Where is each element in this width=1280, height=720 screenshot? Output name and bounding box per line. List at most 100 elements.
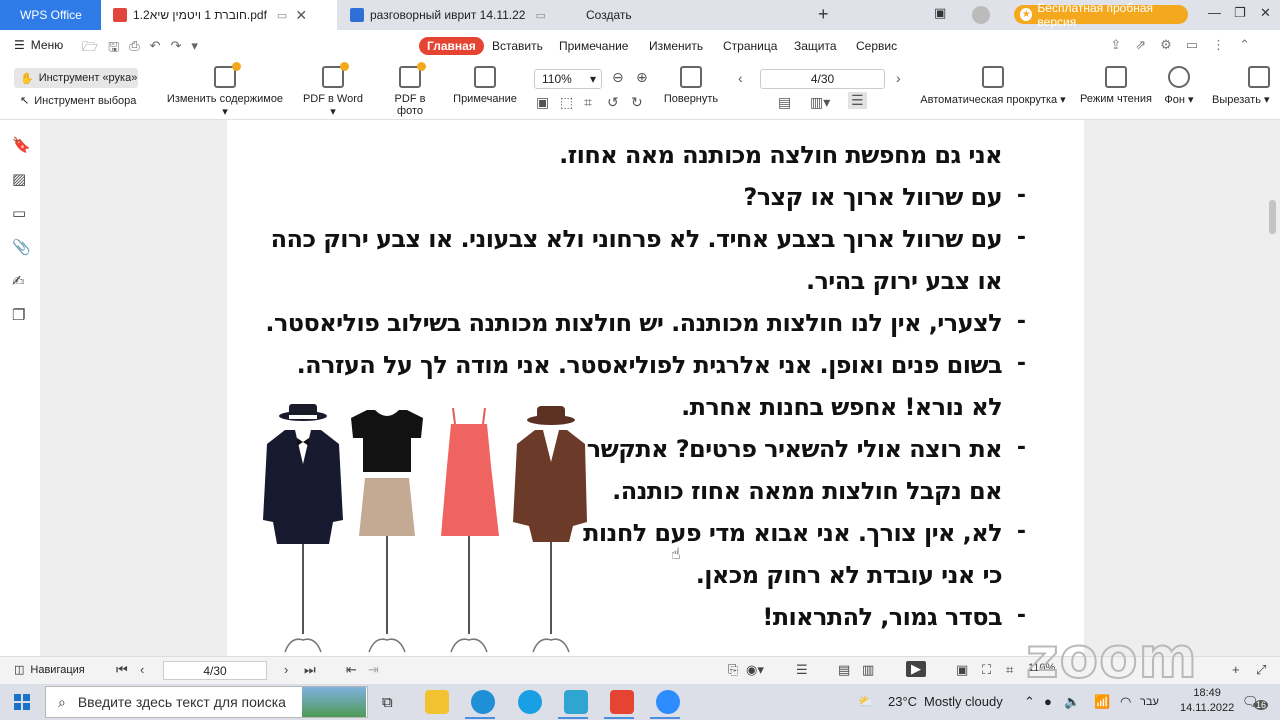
signature-icon[interactable]: ✍ — [12, 272, 25, 290]
edge-icon[interactable] — [471, 690, 495, 714]
tab-create[interactable]: Создать — [576, 0, 776, 30]
bookmark-icon[interactable]: 🔖 — [12, 136, 31, 154]
pdf-to-image-button[interactable]: PDF в фото — [381, 62, 439, 117]
gear-icon[interactable]: ⚙ — [1160, 37, 1172, 53]
select-tool-button[interactable]: ↖ Инструмент выбора — [20, 94, 136, 108]
expand-icon[interactable]: ⤢ — [1256, 662, 1266, 678]
export-icon[interactable]: ⇗ — [1135, 37, 1146, 53]
reading-mode-button[interactable]: Режим чтения — [1078, 66, 1154, 105]
redo-icon[interactable]: ↷ — [171, 38, 182, 60]
continuous-icon[interactable]: ☰ — [848, 92, 867, 109]
back-icon[interactable]: ⇤ — [346, 662, 357, 678]
restore-icon[interactable]: ❐ — [1234, 5, 1246, 21]
menu-tab-protect[interactable]: Защита — [786, 37, 845, 55]
continuous-view-icon[interactable]: ☰ — [796, 662, 808, 678]
speaker-icon[interactable]: 🔈 — [1064, 694, 1080, 710]
pdf-to-word-button[interactable]: PDF в Word ▾ — [300, 62, 366, 118]
tab-pdf-document[interactable]: חוברת 1 ויטמין שיא1.2.pdf ▭ ✕ — [101, 0, 337, 30]
new-tab-icon[interactable]: + — [818, 4, 829, 25]
windows-start-icon[interactable] — [14, 694, 30, 710]
rotate-right-icon[interactable]: ↻ — [631, 94, 643, 111]
tray-chevron-icon[interactable]: ⌃ — [1024, 694, 1035, 710]
zoom-select[interactable]: 110% ▾ — [534, 69, 602, 89]
background-button[interactable]: Фон ▾ — [1162, 66, 1196, 106]
thumbnail-icon[interactable]: ▨ — [12, 170, 26, 188]
crop-icon[interactable]: ⌗ — [1006, 662, 1013, 678]
zoom-app-icon[interactable] — [656, 690, 680, 714]
zoom-in-icon[interactable]: ⊕ — [636, 69, 648, 86]
menu-tab-page[interactable]: Страница — [715, 37, 785, 55]
last-page-icon[interactable]: ⏭ — [304, 662, 316, 678]
annotation-button[interactable]: Примечание — [452, 66, 518, 105]
fit-page-icon[interactable]: ▣ — [536, 94, 549, 111]
window-icon[interactable]: ▭ — [535, 9, 545, 22]
tab-word-document[interactable]: разговорный иврит 14.11.22 ▭ — [338, 0, 560, 30]
prev-page-icon[interactable]: ‹ — [738, 70, 743, 86]
single-page-icon[interactable]: ▤ — [778, 94, 791, 111]
meet-icon[interactable] — [564, 690, 588, 714]
two-page-view-icon[interactable]: ▥ — [862, 662, 874, 678]
page-input[interactable]: 4/30 — [760, 69, 885, 89]
first-page-icon[interactable]: ⏮ — [116, 662, 128, 678]
fit-width-icon[interactable]: ⬚ — [560, 94, 573, 111]
document-viewport[interactable]: אני גם מחפשת חולצה מכותנה מאה אחוז. - עם… — [40, 120, 1280, 656]
status-page-input[interactable]: 4/30 — [163, 661, 267, 680]
close-tab-icon[interactable]: ✕ — [295, 7, 307, 24]
skype-icon[interactable] — [518, 690, 542, 714]
wifi-icon[interactable]: ◠ — [1120, 694, 1131, 710]
vertical-scrollbar[interactable] — [1269, 200, 1276, 234]
window-icon[interactable]: ▭ — [277, 9, 287, 22]
collapse-icon[interactable]: ⌃ — [1239, 37, 1250, 53]
minimize-icon[interactable]: — — [1208, 5, 1221, 20]
menu-tab-tools[interactable]: Сервис — [848, 37, 905, 55]
comment-icon[interactable]: ▭ — [1186, 37, 1198, 53]
layers-icon[interactable]: ❐ — [12, 306, 25, 324]
chevron-down-icon[interactable]: ▾ — [191, 38, 198, 60]
menu-tab-annotation[interactable]: Примечание — [551, 37, 636, 55]
wps-home-tab[interactable]: WPS Office — [0, 0, 101, 30]
file-explorer-icon[interactable] — [425, 690, 449, 714]
meet-now-icon[interactable]: ● — [1044, 694, 1052, 709]
rotate-left-icon[interactable]: ↺ — [607, 94, 619, 111]
next-page-icon[interactable]: › — [896, 70, 901, 86]
comment-icon[interactable]: ▭ — [12, 204, 26, 222]
zoom-plus-icon[interactable]: + — [1232, 662, 1240, 677]
attachment-icon[interactable]: 📎 — [12, 238, 31, 256]
forward-icon[interactable]: ⇥ — [368, 662, 379, 678]
crop-icon[interactable]: ⌗ — [584, 94, 592, 111]
more-icon[interactable]: ⋮ — [1212, 37, 1225, 53]
zoom-out-icon[interactable]: ⊖ — [612, 69, 624, 86]
export-page-icon[interactable]: ⎘ — [728, 662, 738, 678]
play-icon[interactable]: ▶ — [906, 661, 926, 677]
cut-button[interactable]: Вырезать ▾ — [1212, 66, 1280, 106]
weather-icon[interactable]: ⛅ — [858, 694, 874, 710]
undo-icon[interactable]: ↶ — [150, 38, 161, 60]
menu-tab-edit[interactable]: Изменить — [641, 37, 711, 55]
hand-tool-button[interactable]: ✋ Инструмент «рука» — [14, 68, 138, 88]
next-page-icon[interactable]: › — [284, 662, 288, 677]
task-view-icon[interactable]: ⧉ — [382, 694, 393, 711]
navigation-button[interactable]: ◫ Навигация — [14, 663, 85, 677]
avatar[interactable] — [972, 6, 990, 24]
menu-tab-insert[interactable]: Вставить — [484, 37, 551, 55]
rotate-button[interactable]: Повернуть — [662, 66, 720, 105]
share-icon[interactable]: ⇪ — [1110, 37, 1121, 53]
single-page-view-icon[interactable]: ▤ — [838, 662, 850, 678]
open-folder-icon[interactable]: 🗁 — [82, 38, 98, 60]
close-window-icon[interactable]: ✕ — [1260, 5, 1271, 21]
menu-button[interactable]: ☰ Меню — [14, 38, 63, 52]
print-icon[interactable]: ⎙ — [129, 38, 139, 60]
fullscreen-icon[interactable]: ⛶ — [982, 662, 991, 678]
menu-tab-home[interactable]: Главная — [419, 37, 484, 55]
trial-button[interactable]: ★ Бесплатная пробная версия — [1014, 1, 1188, 29]
edit-content-button[interactable]: Изменить содержимое ▾ — [164, 62, 286, 118]
auto-scroll-button[interactable]: Автоматическая прокрутка ▾ — [920, 66, 1066, 106]
window-switch-icon[interactable]: ▣ — [934, 5, 946, 21]
fit-icon[interactable]: ▣ — [956, 662, 968, 678]
save-icon[interactable]: 🖫 — [108, 38, 119, 60]
wps-icon[interactable] — [610, 690, 634, 714]
network-icon[interactable]: 📶 — [1094, 694, 1110, 710]
prev-page-icon[interactable]: ‹ — [140, 662, 144, 677]
clock[interactable]: 18:49 14.11.2022 — [1180, 686, 1234, 716]
eye-icon[interactable]: ◉▾ — [746, 662, 764, 678]
